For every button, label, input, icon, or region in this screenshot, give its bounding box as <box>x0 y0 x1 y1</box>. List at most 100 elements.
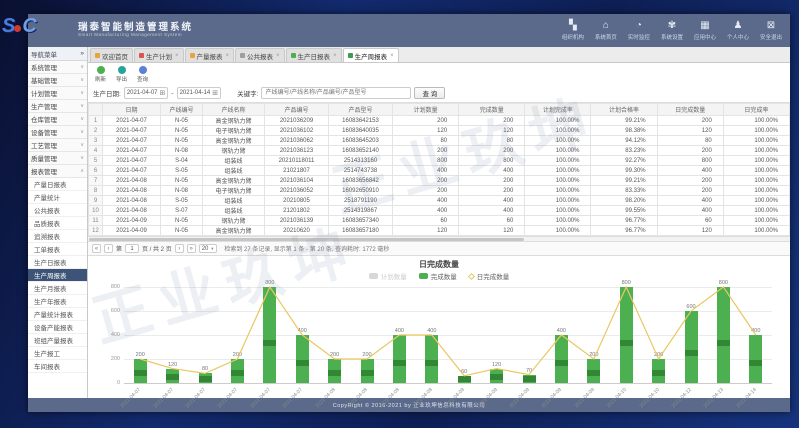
cell: 100.00% <box>723 176 789 186</box>
刷新-button[interactable]: 刷新 <box>95 66 106 83</box>
tab-close-icon[interactable]: × <box>333 53 337 59</box>
sidebar-item-追溯报表[interactable]: 追溯报表 <box>28 230 87 243</box>
sidebar-group-工艺管理[interactable]: 工艺管理∨ <box>28 139 87 152</box>
first-page-button[interactable]: « <box>92 244 101 253</box>
column-header-产线编号[interactable]: 产线编号 <box>161 104 203 116</box>
sidebar-header[interactable]: 导航菜单 » <box>28 47 87 61</box>
page-size-select[interactable]: 20 ▼ <box>199 244 218 253</box>
table-row[interactable]: 32021-04-07N-05高金钢轨力臂2021036062160836452… <box>89 136 790 146</box>
column-header-产线名称[interactable]: 产线名称 <box>203 104 265 116</box>
sidebar-item-生产周报表[interactable]: 生产周报表 <box>28 269 87 282</box>
sidebar-item-车间报表[interactable]: 车间报表 <box>28 360 87 373</box>
sidebar-item-产量统计报表[interactable]: 产量统计报表 <box>28 308 87 321</box>
column-header-计划完成率[interactable]: 计划完成率 <box>525 104 591 116</box>
row-number: 8 <box>89 186 103 196</box>
table-row[interactable]: 12021-04-07N-05高金钢轨力臂2021036209160836421… <box>89 116 790 126</box>
sidebar-item-班组产量报表[interactable]: 班组产量报表 <box>28 334 87 347</box>
search-button[interactable]: 查 询 <box>414 87 445 99</box>
tab-生产周报表[interactable]: 生产周报表× <box>343 48 399 62</box>
table-row[interactable]: 42021-04-07N-08钢轨力臂202103612316083652140… <box>89 146 790 156</box>
column-header-计划合格率[interactable]: 计划合格率 <box>591 104 657 116</box>
table-row[interactable]: 102021-04-08S-07组装线212018022514319867400… <box>89 206 790 216</box>
sidebar-group-系统管理[interactable]: 系统管理∨ <box>28 61 87 74</box>
tab-close-icon[interactable]: × <box>175 53 179 59</box>
cell: 200 <box>459 186 525 196</box>
keyword-input[interactable] <box>261 87 411 99</box>
查询-button[interactable]: 查询 <box>137 66 148 83</box>
tab-close-icon[interactable]: × <box>226 53 230 59</box>
scrollbar-thumb[interactable] <box>89 238 524 241</box>
sidebar-group-label: 计划管理 <box>31 88 57 98</box>
sidebar-item-工单报表[interactable]: 工单报表 <box>28 243 87 256</box>
column-header-计划数量[interactable]: 计划数量 <box>393 104 459 116</box>
sidebar-item-生产年报表[interactable]: 生产年报表 <box>28 295 87 308</box>
tab-公共报表[interactable]: 公共报表× <box>235 48 285 62</box>
header-action-实时监控[interactable]: ◔实时监控 <box>628 20 650 41</box>
sidebar-group-仓库管理[interactable]: 仓库管理∨ <box>28 113 87 126</box>
table-row[interactable]: 112021-04-09N-05钢轨力臂20210361391608365734… <box>89 216 790 226</box>
tab-close-icon[interactable]: × <box>390 53 394 59</box>
column-header-产品型号[interactable]: 产品型号 <box>329 104 393 116</box>
sidebar-group-设备管理[interactable]: 设备管理∨ <box>28 126 87 139</box>
chevron-down-icon: ▼ <box>210 246 214 251</box>
column-header-日完成率[interactable]: 日完成率 <box>723 104 789 116</box>
tab-生产计划[interactable]: 生产计划× <box>134 48 184 62</box>
chevron-down-icon: ∨ <box>80 77 84 83</box>
cell: 96.77% <box>591 216 657 226</box>
keyword-label: 关键字: <box>237 88 258 98</box>
sidebar-group-基础管理[interactable]: 基础管理 ∨ <box>28 74 87 87</box>
sidebar-item-品质报表[interactable]: 品质报表 <box>28 217 87 230</box>
sidebar-item-产量统计[interactable]: 产量统计 <box>28 191 87 204</box>
table-row[interactable]: 72021-04-08N-05高金钢轨力臂2021036104160836568… <box>89 176 790 186</box>
header-action-安全退出[interactable]: ⊠安全退出 <box>760 20 782 41</box>
column-header-完成数量[interactable]: 完成数量 <box>459 104 525 116</box>
sidebar-group-计划管理[interactable]: 计划管理∨ <box>28 87 87 100</box>
bar <box>263 287 276 383</box>
header-action-组织机构[interactable]: ▚组织机构 <box>562 20 584 41</box>
legend-item-计划数量[interactable]: 计划数量 <box>369 271 407 281</box>
row-number: 1 <box>89 116 103 126</box>
column-header-日完成数量[interactable]: 日完成数量 <box>657 104 723 116</box>
sidebar-group-label: 基础管理 <box>31 75 57 85</box>
calendar-icon[interactable]: ⊞ <box>160 89 166 97</box>
table-row[interactable]: 92021-04-08S-05组装线2021080525187911904004… <box>89 196 790 206</box>
sidebar-group-质量管理[interactable]: 质量管理∨ <box>28 152 87 165</box>
导出-button[interactable]: 导出 <box>116 66 127 83</box>
tab-生产日报表[interactable]: 生产日报表× <box>286 48 342 62</box>
table-row[interactable]: 82021-04-08N-08电子钢轨力臂2021036052160926509… <box>89 186 790 196</box>
sidebar-item-生产报工[interactable]: 生产报工 <box>28 347 87 360</box>
header-action-系统设置[interactable]: ✾系统设置 <box>661 20 683 41</box>
cell: 94.12% <box>591 136 657 146</box>
calendar-icon[interactable]: ⊞ <box>212 89 218 97</box>
sidebar-item-公共报表[interactable]: 公共报表 <box>28 204 87 217</box>
table-row[interactable]: 22021-04-07N-05电子钢轨力臂2021036102160836400… <box>89 126 790 136</box>
sidebar-item-生产日报表[interactable]: 生产日报表 <box>28 256 87 269</box>
sidebar-collapse-icon[interactable]: » <box>80 50 84 57</box>
sidebar-item-生产月报表[interactable]: 生产月报表 <box>28 282 87 295</box>
table-row[interactable]: 62021-04-07S-05组装线2102180725147437384004… <box>89 166 790 176</box>
date-to-field[interactable]: 2021-04-14 ⊞ <box>177 87 222 99</box>
horizontal-scrollbar[interactable] <box>88 236 790 242</box>
date-from-field[interactable]: 2021-04-07 ⊞ <box>124 87 169 99</box>
column-header-产品编号[interactable]: 产品编号 <box>265 104 329 116</box>
tab-close-icon[interactable]: × <box>276 53 280 59</box>
header-action-个人中心[interactable]: ♟个人中心 <box>727 20 749 41</box>
page-number-input[interactable] <box>125 244 139 253</box>
sidebar-group-生产管理[interactable]: 生产管理∨ <box>28 100 87 113</box>
prev-page-button[interactable]: ‹ <box>104 244 113 253</box>
tab-欢迎首页[interactable]: 欢迎首页 <box>90 48 133 62</box>
table-row[interactable]: 122021-04-09N-05高金钢轨力臂202106201608365718… <box>89 226 790 236</box>
sidebar-item-设备产能报表[interactable]: 设备产能报表 <box>28 321 87 334</box>
tab-产量报表[interactable]: 产量报表× <box>185 48 235 62</box>
header-action-系统首页[interactable]: ⌂系统首页 <box>595 20 617 41</box>
header-action-应用中心[interactable]: ▦应用中心 <box>694 20 716 41</box>
legend-item-完成数量[interactable]: 完成数量 <box>419 271 457 281</box>
column-header-日期[interactable]: 日期 <box>103 104 161 116</box>
next-page-button[interactable]: › <box>175 244 184 253</box>
legend-item-日完成数量[interactable]: 日完成数量 <box>469 271 510 281</box>
table-row[interactable]: 52021-04-07S-04组装线2021011801125143131608… <box>89 156 790 166</box>
sidebar-item-产量日报表[interactable]: 产量日报表 <box>28 178 87 191</box>
cell: 100.00% <box>525 126 591 136</box>
sidebar-group-报表管理[interactable]: 报表管理∧ <box>28 165 87 178</box>
last-page-button[interactable]: » <box>187 244 196 253</box>
